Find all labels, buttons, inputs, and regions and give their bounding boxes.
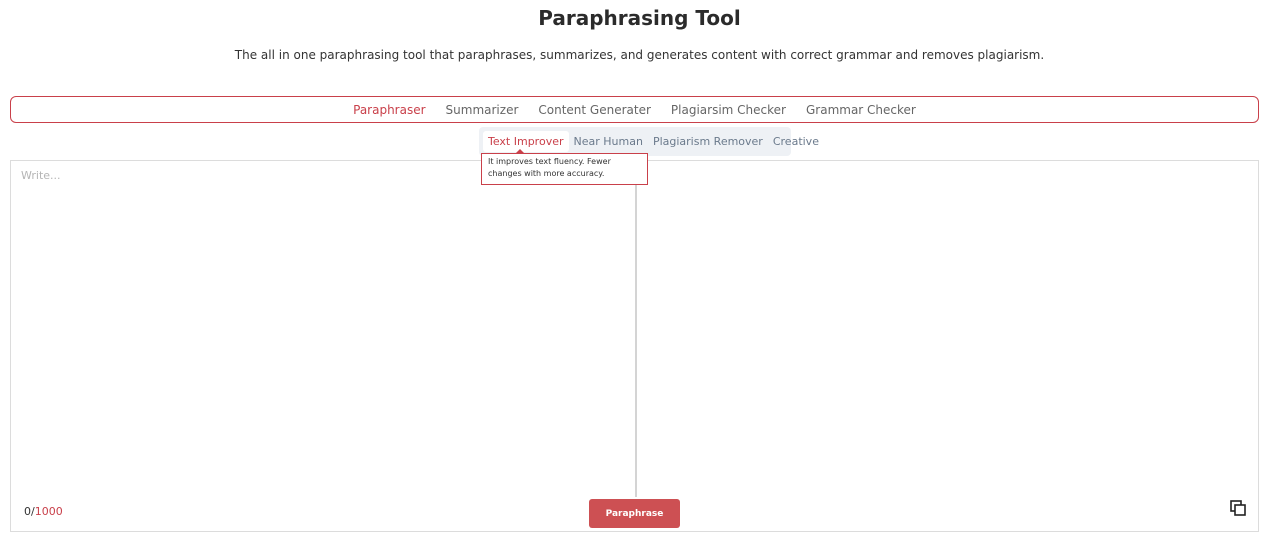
tab-plagiarism-checker[interactable]: Plagiarsim Checker — [661, 103, 796, 117]
tool-tabs: Paraphraser Summarizer Content Generater… — [10, 96, 1259, 123]
mode-creative[interactable]: Creative — [768, 131, 824, 152]
mode-tabs: Text Improver Near Human Plagiarism Remo… — [479, 127, 819, 156]
paraphrasing-page: Paraphrasing Tool The all in one paraphr… — [0, 0, 1279, 555]
counter-current: 0 — [24, 505, 31, 518]
input-textarea[interactable] — [11, 161, 635, 497]
tab-paraphraser[interactable]: Paraphraser — [343, 103, 435, 117]
tooltip-arrow — [516, 149, 524, 153]
mode-plagiarism-remover[interactable]: Plagiarism Remover — [648, 131, 768, 152]
tab-grammar-checker[interactable]: Grammar Checker — [796, 103, 926, 117]
mode-near-human[interactable]: Near Human — [569, 131, 648, 152]
tab-content-generater[interactable]: Content Generater — [528, 103, 661, 117]
editor-panel: 0/1000 Paraphrase — [10, 160, 1259, 532]
copy-icon-svg — [1230, 500, 1246, 516]
counter-max: 1000 — [34, 505, 63, 518]
page-title: Paraphrasing Tool — [538, 6, 741, 30]
word-counter: 0/1000 — [24, 505, 63, 518]
mode-tooltip: It improves text fluency. Fewer changes … — [481, 153, 648, 185]
tab-summarizer[interactable]: Summarizer — [436, 103, 529, 117]
page-subtitle: The all in one paraphrasing tool that pa… — [234, 48, 1045, 62]
output-area — [637, 161, 1258, 497]
copy-icon[interactable] — [1229, 499, 1247, 517]
paraphrase-button[interactable]: Paraphrase — [589, 499, 680, 528]
mode-text-improver[interactable]: Text Improver — [483, 131, 569, 152]
